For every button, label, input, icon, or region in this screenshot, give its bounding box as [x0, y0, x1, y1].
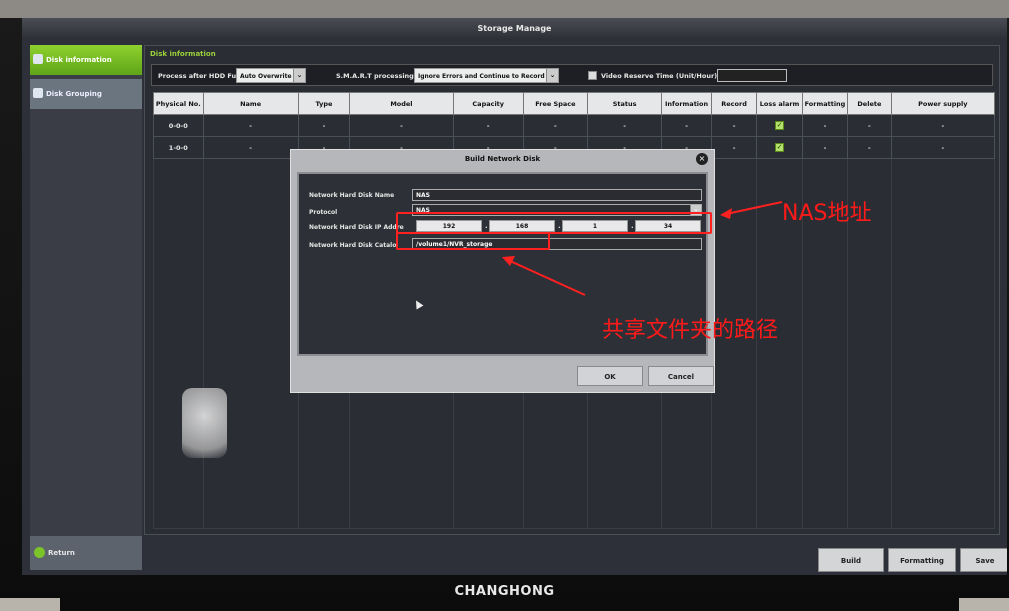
formatting-button[interactable]: Formatting	[888, 548, 956, 572]
cell: -	[847, 114, 892, 137]
name-label: Network Hard Disk Name	[309, 192, 395, 199]
options-row: Process after HDD Full: Auto Overwrite ⌄…	[151, 64, 993, 86]
return-label: Return	[48, 549, 75, 557]
process-value: Auto Overwrite	[240, 73, 292, 80]
sidebar: Disk information Disk Grouping Return	[30, 45, 142, 570]
process-select[interactable]: Auto Overwrite ⌄	[236, 68, 306, 83]
video-reserve-checkbox[interactable]	[588, 71, 597, 80]
smart-select[interactable]: Ignore Errors and Continue to Record ⌄	[414, 68, 559, 83]
name-value: NAS	[416, 192, 430, 199]
col-status: Status	[586, 92, 663, 115]
catalog-label: Network Hard Disk Catalo	[309, 242, 397, 249]
cell: -	[202, 114, 299, 137]
section-title: Disk information	[150, 50, 216, 58]
cell: -	[801, 114, 849, 137]
wall-background	[0, 0, 1009, 18]
smart-value: Ignore Errors and Continue to Record	[418, 73, 545, 80]
sidebar-item-disk-grouping[interactable]: Disk Grouping	[30, 79, 142, 109]
cell: -	[890, 136, 996, 159]
cell: ✓	[756, 114, 803, 137]
cell: -	[202, 136, 299, 159]
screen-reflection	[182, 388, 227, 458]
window-title: Storage Manage	[22, 18, 1007, 40]
nvr-screen: Storage Manage Disk information Disk Gro…	[22, 18, 1007, 575]
col-loss-alarm: Loss alarm	[756, 92, 803, 115]
share-path-highlight	[396, 232, 550, 250]
desk-left	[0, 598, 60, 611]
sidebar-item-label: Disk information	[46, 56, 112, 64]
name-field[interactable]: NAS	[412, 189, 702, 201]
cell: -	[349, 114, 454, 137]
sidebar-item-label: Disk Grouping	[46, 90, 102, 98]
reserve-label: Video Reserve Time (Unit/Hour):	[601, 72, 720, 80]
cell: -	[452, 114, 524, 137]
loss-alarm-checkbox[interactable]: ✓	[775, 121, 785, 130]
cell: -	[710, 114, 758, 137]
col-power-supply: Power supply	[890, 92, 996, 115]
return-button[interactable]: Return	[30, 536, 142, 570]
col-physical-no: Physical No.	[153, 92, 204, 115]
cell: -	[710, 136, 758, 159]
col-delete: Delete	[847, 92, 892, 115]
save-button[interactable]: Save	[960, 548, 1007, 572]
col-capacity: Capacity	[452, 92, 524, 115]
table-header-row: Physical No. Name Type Model Capacity Fr…	[153, 92, 996, 115]
sidebar-item-disk-information[interactable]: Disk information	[30, 45, 142, 75]
col-record: Record	[710, 92, 758, 115]
col-name: Name	[202, 92, 299, 115]
chevron-down-icon: ⌄	[546, 69, 558, 82]
build-network-disk-dialog: Build Network Disk × Network Hard Disk N…	[290, 149, 715, 393]
cell: -	[890, 114, 996, 137]
process-label: Process after HDD Full:	[158, 72, 244, 80]
chevron-down-icon: ⌄	[293, 69, 305, 82]
ip-label: Network Hard Disk IP Addre	[309, 224, 404, 231]
annotation-nas-address: NAS地址	[782, 201, 872, 226]
loss-alarm-checkbox[interactable]: ✓	[775, 143, 785, 152]
protocol-label: Protocol	[309, 209, 338, 216]
cancel-button[interactable]: Cancel	[648, 366, 714, 386]
cell: 0-0-0	[153, 114, 204, 137]
cell: -	[586, 114, 663, 137]
reserve-input[interactable]	[717, 69, 787, 82]
col-type: Type	[297, 92, 351, 115]
cell: -	[297, 114, 351, 137]
col-information: Information	[661, 92, 712, 115]
smart-label: S.M.A.R.T processing:	[336, 72, 417, 80]
cell: -	[847, 136, 892, 159]
cell: -	[801, 136, 849, 159]
cell: -	[522, 114, 588, 137]
ok-button[interactable]: OK	[577, 366, 643, 386]
build-button[interactable]: Build	[818, 548, 884, 572]
disk-icon	[33, 54, 43, 64]
nas-address-highlight	[396, 212, 712, 234]
desk-right	[959, 598, 1009, 611]
cell: ✓	[756, 136, 803, 159]
return-icon	[34, 547, 45, 558]
col-model: Model	[349, 92, 454, 115]
monitor-brand-logo: CHANGHONG	[454, 584, 555, 599]
close-icon[interactable]: ×	[696, 153, 708, 165]
col-free-space: Free Space	[522, 92, 588, 115]
dialog-title: Build Network Disk	[464, 155, 541, 163]
table-row[interactable]: 0-0-0 - - - - - - - - ✓ - - -	[153, 114, 996, 137]
col-formatting: Formatting	[801, 92, 849, 115]
disk-group-icon	[33, 88, 43, 98]
cell: -	[661, 114, 712, 137]
cell: 1-0-0	[153, 136, 204, 159]
annotation-share-path: 共享文件夹的路径	[602, 318, 779, 343]
